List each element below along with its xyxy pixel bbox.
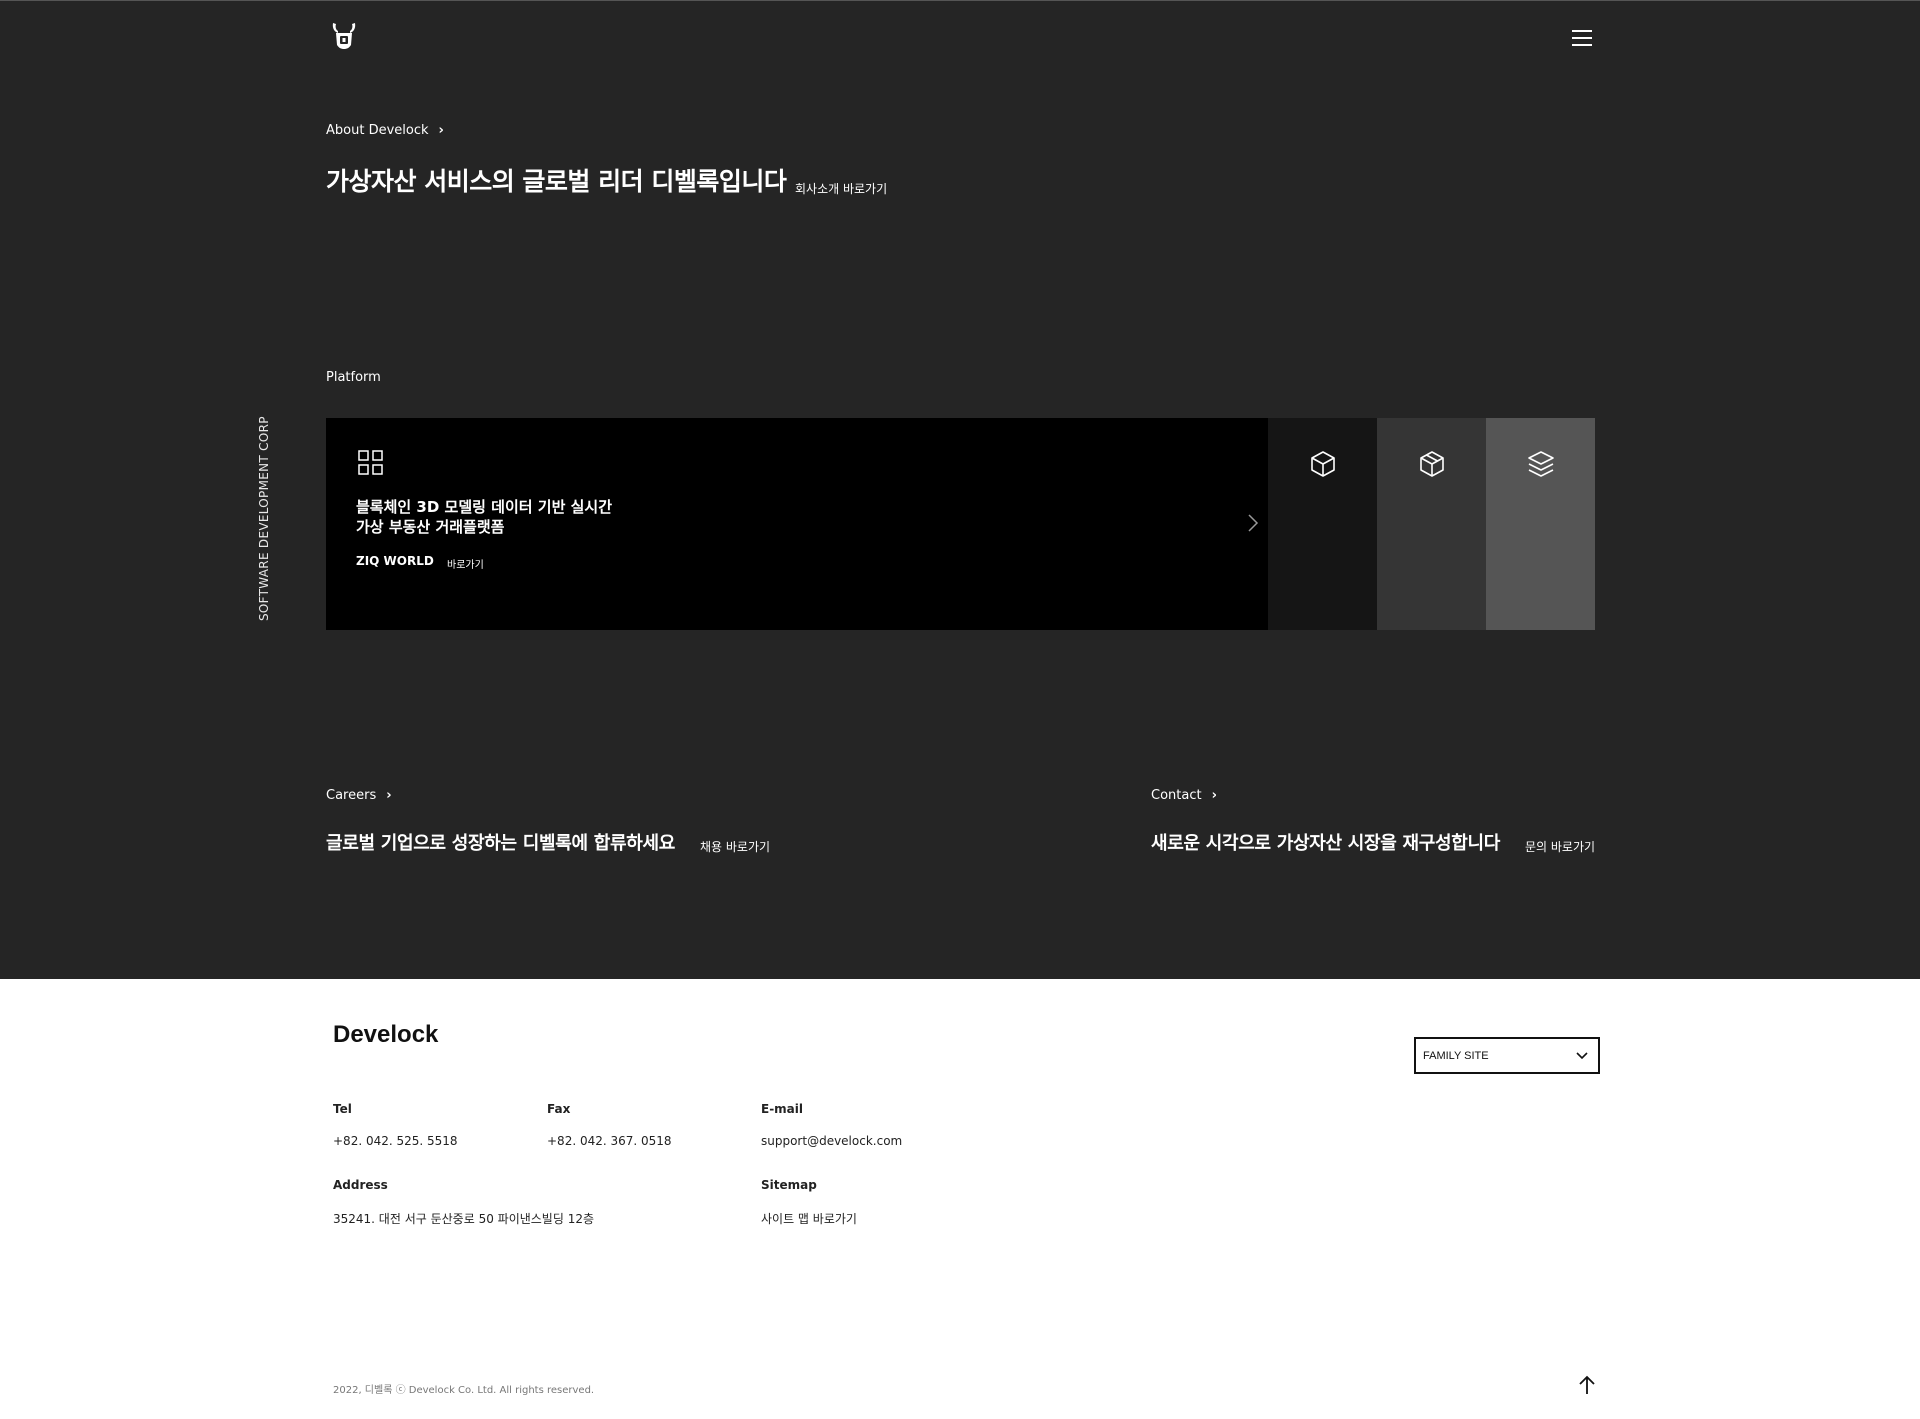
- platform-card-name: ZIQ WORLD: [356, 554, 434, 568]
- chevron-right-icon: ›: [1211, 788, 1217, 803]
- chevron-right-icon: ›: [438, 123, 444, 138]
- platform-card-ziq-world[interactable]: 블록체인 3D 모델링 데이터 기반 실시간 가상 부동산 거래플랫폼 ZIQ …: [326, 418, 1269, 630]
- about-develock-link[interactable]: About Develock ›: [326, 123, 444, 138]
- chevron-right-icon[interactable]: [1246, 511, 1260, 535]
- chevron-right-icon: ›: [386, 788, 392, 803]
- layers-icon: [1527, 451, 1554, 477]
- fax-value: +82. 042. 367. 0518: [547, 1134, 672, 1148]
- tel-value: +82. 042. 525. 5518: [333, 1134, 458, 1148]
- address-label: Address: [333, 1178, 388, 1192]
- hamburger-menu-icon[interactable]: [1570, 27, 1594, 49]
- family-site-label: FAMILY SITE: [1423, 1049, 1489, 1062]
- careers-headline: 글로벌 기업으로 성장하는 디벨록에 합류하세요: [326, 833, 676, 854]
- careers-label: Careers: [326, 788, 377, 803]
- sitemap-link[interactable]: 사이트 맵 바로가기: [761, 1210, 857, 1227]
- side-vertical-label: SOFTWARE DEVELOPMENT CORP: [257, 416, 271, 621]
- platform-tab-layers[interactable]: [1486, 418, 1596, 630]
- careers-recruit-link[interactable]: 채용 바로가기: [700, 838, 770, 855]
- contact-inquiry-link[interactable]: 문의 바로가기: [1525, 838, 1595, 855]
- grid-icon: [358, 450, 383, 475]
- platform-carousel: 블록체인 3D 모델링 데이터 기반 실시간 가상 부동산 거래플랫폼 ZIQ …: [326, 418, 1596, 630]
- contact-label: Contact: [1151, 788, 1202, 803]
- platform-label: Platform: [326, 370, 381, 385]
- about-label: About Develock: [326, 123, 429, 138]
- copyright: 2022, 디벨록 ⓒ Develock Co. Ltd. All rights…: [333, 1385, 595, 1396]
- contact-link[interactable]: Contact ›: [1151, 788, 1217, 803]
- careers-link[interactable]: Careers ›: [326, 788, 392, 803]
- platform-card-title-line2: 가상 부동산 거래플랫폼: [356, 518, 505, 536]
- main-dark-section: SOFTWARE DEVELOPMENT CORP About Develock…: [0, 0, 1920, 979]
- develock-logo-icon[interactable]: [330, 21, 358, 51]
- about-headline: 가상자산 서비스의 글로벌 리더 디벨록입니다: [326, 167, 787, 196]
- sitemap-label: Sitemap: [761, 1178, 817, 1192]
- chevron-down-icon: [1576, 1051, 1588, 1059]
- arrow-up-icon[interactable]: [1577, 1374, 1597, 1396]
- footer: Develock FAMILY SITE Tel +82. 042. 525. …: [0, 979, 1920, 1419]
- email-value[interactable]: support@develock.com: [761, 1134, 902, 1148]
- family-site-select[interactable]: FAMILY SITE: [1414, 1037, 1600, 1074]
- package-icon: [1419, 451, 1444, 477]
- fax-label: Fax: [547, 1102, 571, 1116]
- platform-card-go-link[interactable]: 바로가기: [447, 556, 484, 571]
- platform-tab-cube[interactable]: [1268, 418, 1378, 630]
- email-label: E-mail: [761, 1102, 804, 1116]
- about-company-link[interactable]: 회사소개 바로가기: [795, 180, 887, 197]
- tel-label: Tel: [333, 1102, 352, 1116]
- cube-icon: [1310, 451, 1335, 477]
- footer-brand: Develock: [333, 1021, 439, 1048]
- address-value: 35241. 대전 서구 둔산중로 50 파이낸스빌딩 12층: [333, 1212, 595, 1226]
- contact-headline: 새로운 시각으로 가상자산 시장을 재구성합니다: [1151, 833, 1501, 854]
- platform-card-title: 블록체인 3D 모델링 데이터 기반 실시간 가상 부동산 거래플랫폼: [356, 497, 612, 537]
- platform-tab-package[interactable]: [1377, 418, 1487, 630]
- platform-card-title-line1: 블록체인 3D 모델링 데이터 기반 실시간: [356, 498, 613, 516]
